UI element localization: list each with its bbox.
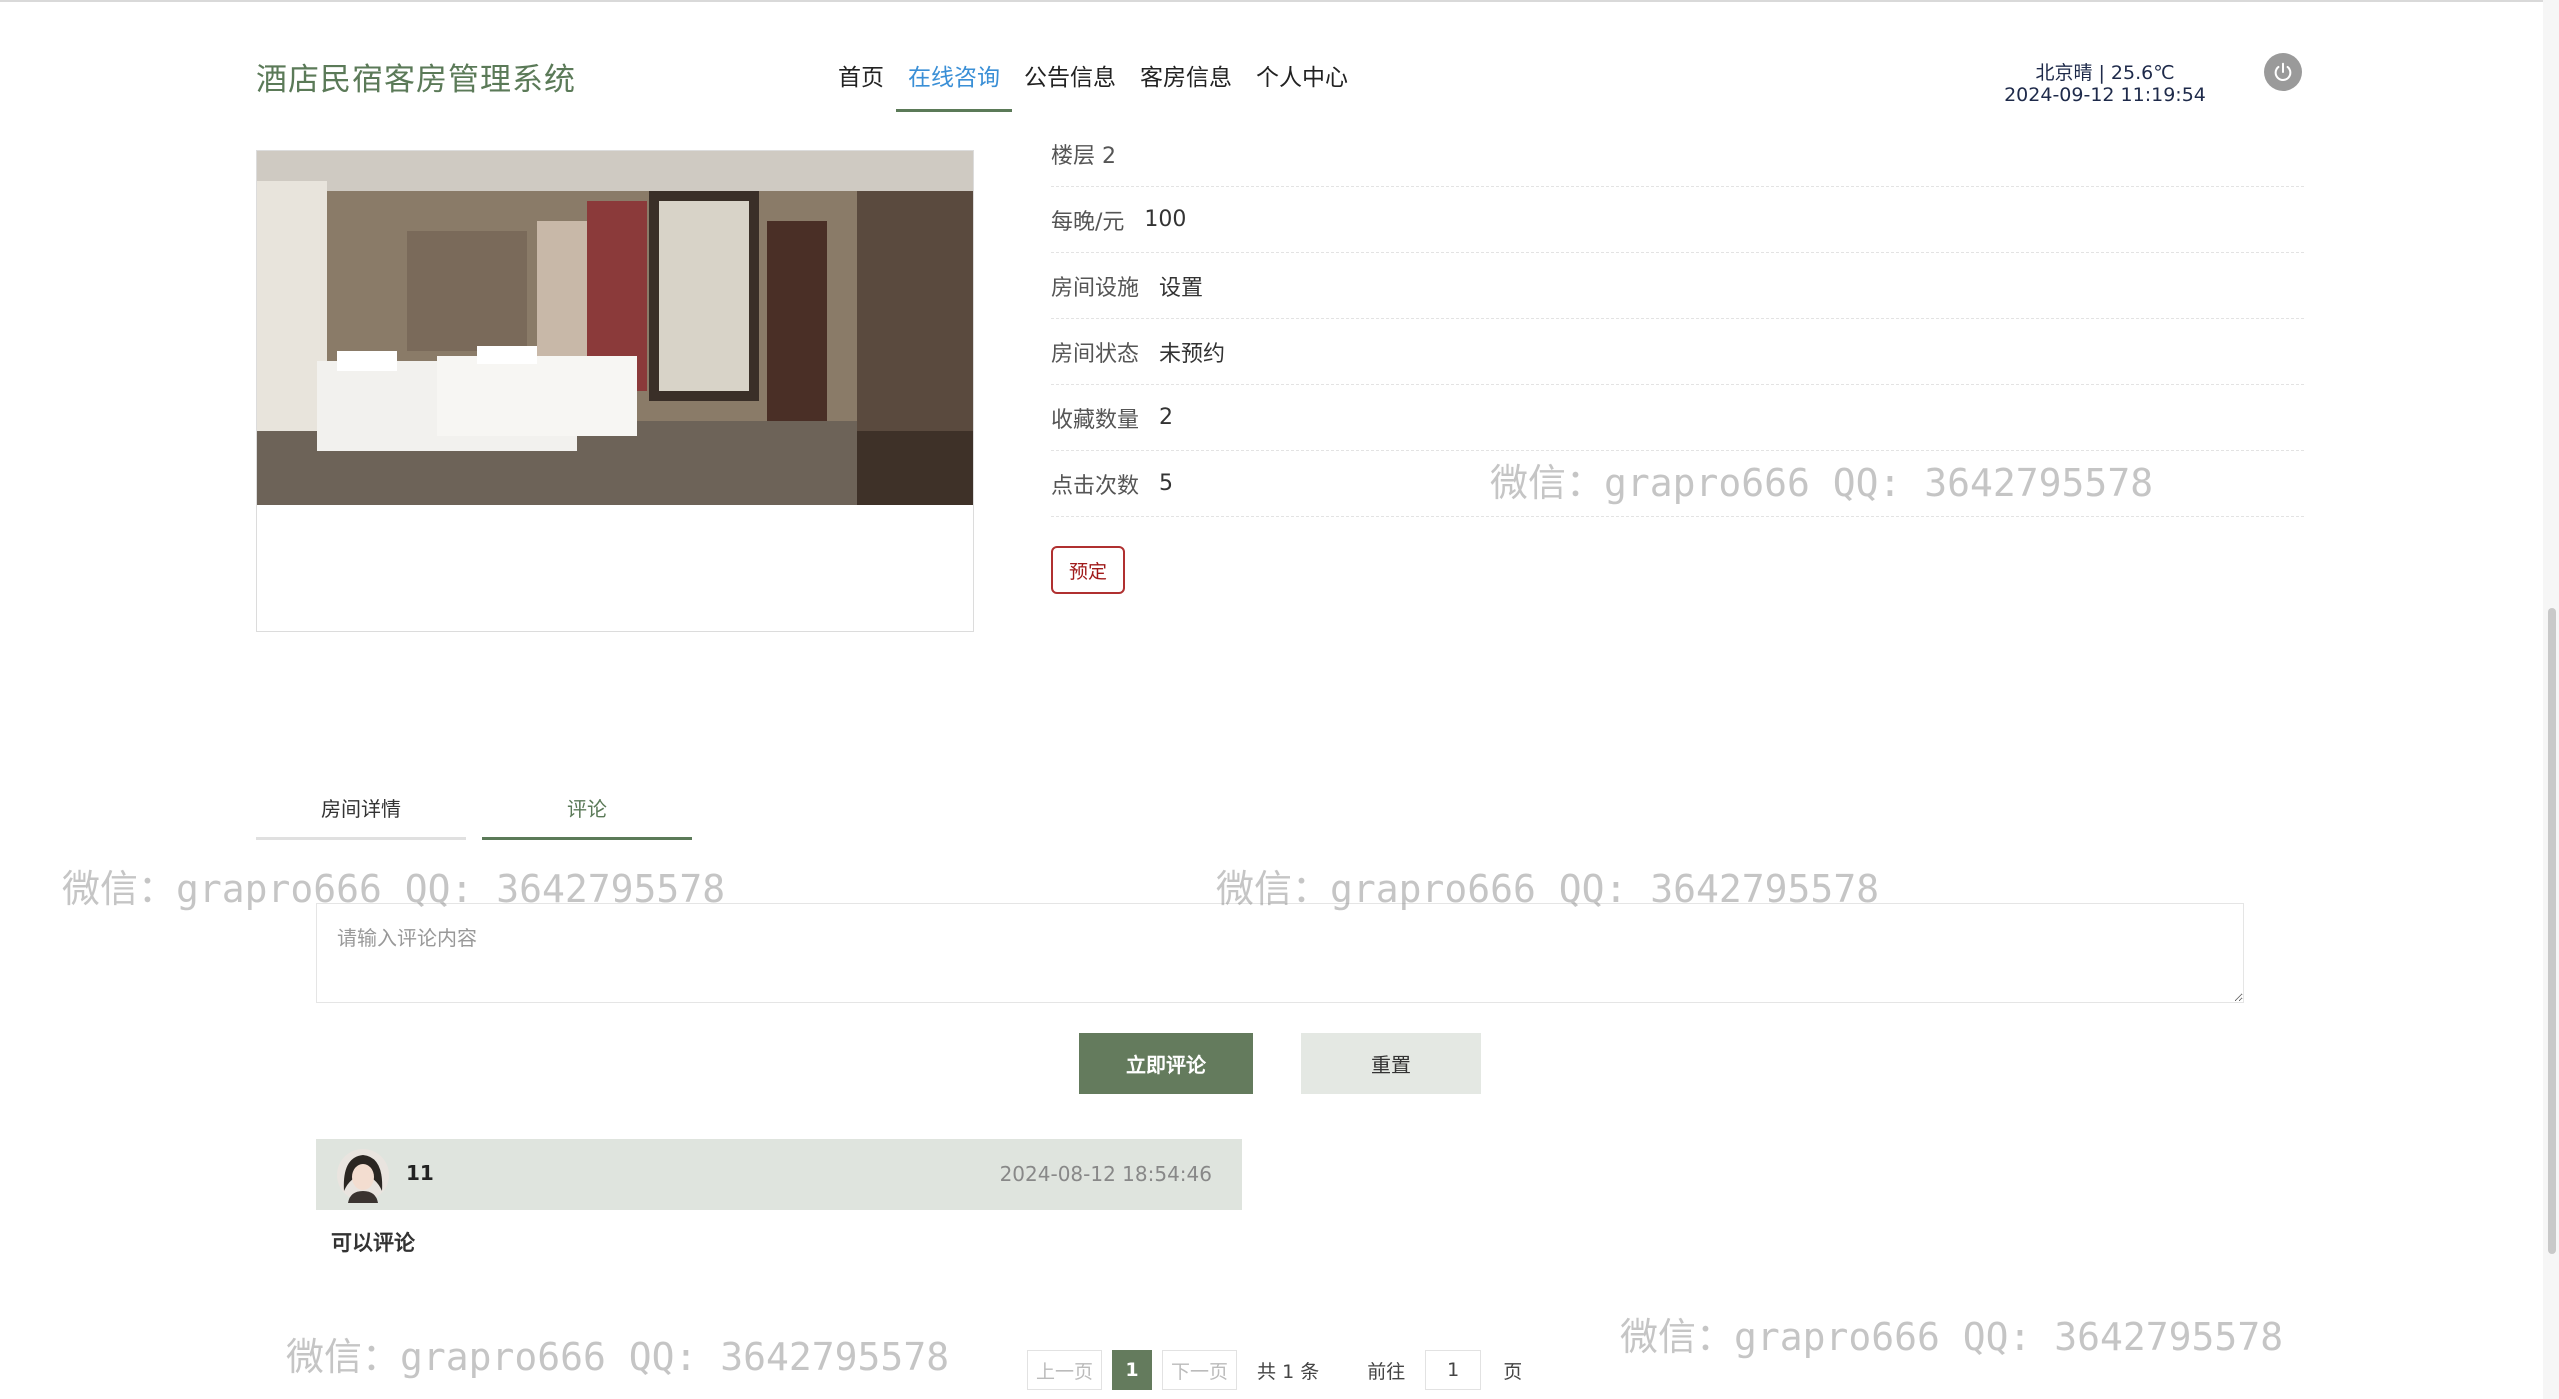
detail-label: 收藏数量 [1051, 407, 1140, 433]
comment-content: 可以评论 [331, 1231, 415, 1255]
nav-profile[interactable]: 个人中心 [1244, 58, 1360, 112]
power-icon [2274, 62, 2292, 81]
prev-page-button[interactable]: 上一页 [1027, 1350, 1103, 1390]
page-suffix: 页 [1503, 1360, 1523, 1383]
datetime-text: 2024-09-12 11:19:54 [2004, 84, 2206, 106]
pagination: 上一页 1 下一页 共 1 条 前往 页 [1027, 1350, 1522, 1390]
detail-row-floor-spacer [1051, 140, 2304, 187]
weather-clock: 北京晴 | 25.6℃ 2024-09-12 11:19:54 [1990, 62, 2220, 106]
detail-label: 每晚/元 [1051, 209, 1125, 235]
watermark: 微信：grapro666 QQ: 3642795578 [1620, 1315, 2284, 1359]
nav-announcements[interactable]: 公告信息 [1012, 58, 1128, 112]
nav-home[interactable]: 首页 [826, 58, 896, 112]
detail-row-price: 每晚/元 100 [1051, 187, 2304, 253]
watermark: 微信：grapro666 QQ: 3642795578 [286, 1335, 950, 1379]
comment-timestamp: 2024-08-12 18:54:46 [999, 1162, 1212, 1186]
detail-value: 设置 [1159, 275, 1204, 301]
comment-username: 11 [406, 1161, 434, 1185]
goto-page-input[interactable] [1425, 1350, 1482, 1390]
detail-row-favorites: 收藏数量 2 [1051, 385, 2304, 451]
top-border [0, 0, 2559, 2]
room-photo [257, 151, 973, 505]
detail-value: 5 [1159, 471, 1174, 496]
reset-button[interactable]: 重置 [1301, 1033, 1481, 1094]
logout-button[interactable] [2264, 53, 2302, 91]
tab-comments[interactable]: 评论 [482, 778, 692, 840]
avatar [337, 1149, 389, 1203]
room-image-card [256, 150, 974, 632]
main-nav: 首页 在线咨询 公告信息 客房信息 个人中心 [826, 58, 1360, 112]
goto-label: 前往 [1367, 1360, 1406, 1383]
tab-room-details[interactable]: 房间详情 [256, 778, 466, 840]
detail-value: 2 [1159, 405, 1174, 430]
detail-row-clicks: 点击次数 5 [1051, 451, 2304, 517]
detail-label: 点击次数 [1051, 473, 1140, 499]
nav-online-consult[interactable]: 在线咨询 [896, 58, 1012, 112]
next-page-button[interactable]: 下一页 [1162, 1350, 1238, 1390]
detail-row-facilities: 房间设施 设置 [1051, 253, 2304, 319]
detail-value: 未预约 [1159, 341, 1226, 367]
total-count: 共 1 条 [1257, 1360, 1320, 1383]
detail-value: 100 [1144, 207, 1187, 232]
detail-label: 房间状态 [1051, 341, 1140, 367]
room-details: 每晚/元 100 房间设施 设置 房间状态 未预约 收藏数量 2 点击次数 5 [1051, 140, 2304, 517]
weather-text: 北京晴 | 25.6℃ [2035, 62, 2175, 84]
comment-header: 11 2024-08-12 18:54:46 [316, 1139, 1242, 1210]
scrollbar-thumb[interactable] [2548, 608, 2556, 1254]
site-title[interactable]: 酒店民宿客房管理系统 [256, 54, 576, 99]
nav-rooms[interactable]: 客房信息 [1128, 58, 1244, 112]
detail-label: 房间设施 [1051, 275, 1140, 301]
book-button[interactable]: 预定 [1051, 546, 1125, 594]
comment-input[interactable] [316, 903, 2244, 1003]
detail-row-status: 房间状态 未预约 [1051, 319, 2304, 385]
detail-tabs: 房间详情 评论 [256, 778, 692, 840]
submit-comment-button[interactable]: 立即评论 [1079, 1033, 1253, 1094]
page-number-1[interactable]: 1 [1112, 1350, 1153, 1390]
